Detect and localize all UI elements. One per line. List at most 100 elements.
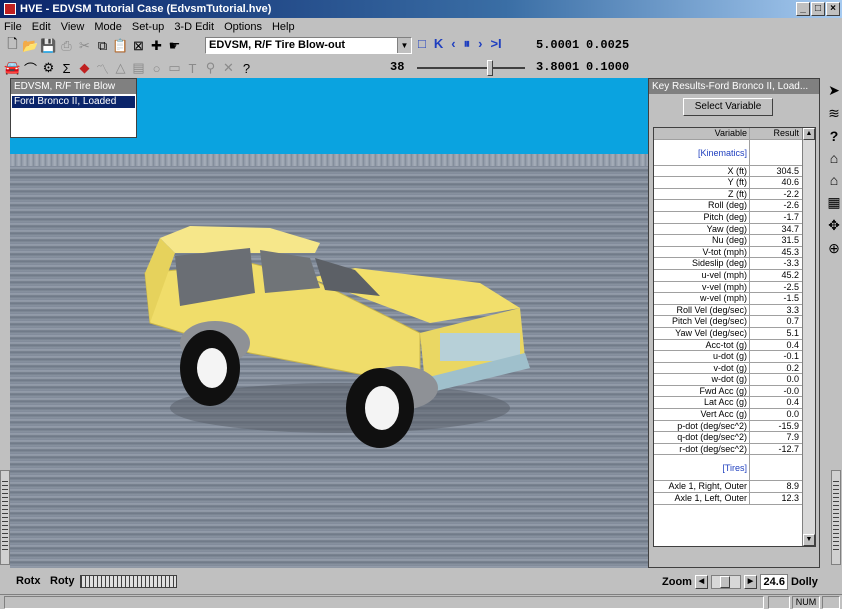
table-row[interactable]: Acc-tot (g) 0.4 xyxy=(654,339,815,352)
select-variable-button[interactable]: Select Variable xyxy=(683,98,773,116)
home-icon[interactable]: ⌂ xyxy=(830,150,838,166)
vehicle-icon[interactable]: 🚘 xyxy=(4,60,21,77)
copy-icon[interactable]: ⧉ xyxy=(94,38,111,55)
table-row[interactable]: Lat Acc (g) 0.4 xyxy=(654,397,815,410)
home-alt-icon[interactable]: ⌂ xyxy=(830,172,838,188)
roty-slider[interactable] xyxy=(80,575,177,588)
save-icon[interactable]: 💾 xyxy=(40,38,57,55)
table-row[interactable]: Vert Acc (g) 0.0 xyxy=(654,409,815,421)
event-select[interactable]: EDVSM, R/F Tire Blow-out ▼ xyxy=(205,37,412,54)
forward-end-icon[interactable]: >I xyxy=(490,36,501,52)
table-row[interactable]: q-dot (deg/sec^2) 7.9 xyxy=(654,432,815,444)
zoom-out-icon[interactable]: ◀ xyxy=(694,575,708,589)
menu-help[interactable]: Help xyxy=(272,21,295,33)
delete-icon[interactable]: ⊠ xyxy=(130,38,147,55)
elevation-slider[interactable] xyxy=(831,470,841,565)
window-title: HVE - EDVSM Tutorial Case (EdvsmTutorial… xyxy=(20,3,272,15)
table-row[interactable]: p-dot (deg/sec^2) -15.9 xyxy=(654,420,815,433)
open-folder-icon[interactable]: 📂 xyxy=(22,38,39,55)
stop-icon[interactable]: □ xyxy=(418,36,426,52)
table-row[interactable]: Sideslip (deg) -3.3 xyxy=(654,258,815,270)
cross-icon[interactable]: ✕ xyxy=(220,60,237,77)
print-icon[interactable]: ⎙ xyxy=(58,38,75,55)
help-icon[interactable]: ? xyxy=(830,128,839,144)
grid-icon[interactable]: ▦ xyxy=(827,194,840,211)
chevron-down-icon[interactable]: ▼ xyxy=(397,38,411,53)
maximize-button[interactable]: □ xyxy=(811,2,825,16)
vehicle-list-item[interactable]: Ford Bronco II, Loaded xyxy=(12,96,135,108)
wind-icon[interactable]: ≋ xyxy=(828,105,840,122)
path-icon[interactable]: ⌒ xyxy=(22,60,39,77)
scroll-up-icon[interactable]: ▲ xyxy=(803,128,815,140)
pause-icon[interactable]: ⏸ xyxy=(464,36,471,52)
help-icon[interactable]: ? xyxy=(238,60,255,77)
table-row[interactable]: w-dot (g) 0.0 xyxy=(654,374,815,386)
menu-view[interactable]: View xyxy=(61,21,85,33)
step-forward-icon[interactable]: › xyxy=(478,36,482,52)
sphere-icon[interactable]: ○ xyxy=(148,60,165,77)
hand-icon[interactable]: ☛ xyxy=(166,38,183,55)
zoom-in-icon[interactable]: ▶ xyxy=(743,575,757,589)
event-icon[interactable]: ◆ xyxy=(76,60,93,77)
scroll-down-icon[interactable]: ▼ xyxy=(803,534,815,546)
camera-icon[interactable]: ⊕ xyxy=(828,240,840,257)
result-cell: -2.6 xyxy=(783,200,799,211)
table-row[interactable]: Axle 1, Right, Outer 8.9 xyxy=(654,481,815,494)
environment-icon[interactable]: ⚙ xyxy=(40,60,57,77)
table-row[interactable]: r-dot (deg/sec^2) -12.7 xyxy=(654,443,815,456)
table-row[interactable]: Pitch Vel (deg/sec) 0.7 xyxy=(654,316,815,328)
table-row[interactable]: Fwd Acc (g) -0.0 xyxy=(654,385,815,398)
move-icon[interactable]: ✥ xyxy=(828,217,840,234)
table-row[interactable]: Roll (deg) -2.6 xyxy=(654,200,815,212)
menu-edit[interactable]: Edit xyxy=(32,21,51,33)
table-row[interactable]: Roll Vel (deg/sec) 3.3 xyxy=(654,304,815,317)
variable-cell: Axle 1, Right, Outer xyxy=(654,481,750,493)
triangle-icon[interactable]: △ xyxy=(112,60,129,77)
menu-3d-edit[interactable]: 3-D Edit xyxy=(174,21,214,33)
table-row[interactable]: V-tot (mph) 45.3 xyxy=(654,246,815,259)
table-row[interactable]: u-dot (g) -0.1 xyxy=(654,351,815,363)
pointer-icon[interactable]: ➤ xyxy=(828,82,840,99)
table-row[interactable]: Axle 1, Left, Outer 12.3 xyxy=(654,493,815,505)
menu-setup[interactable]: Set-up xyxy=(132,21,164,33)
table-row[interactable]: Yaw (deg) 34.7 xyxy=(654,223,815,236)
table-row[interactable]: X (ft) 304.5 xyxy=(654,165,815,178)
table-row[interactable]: Yaw Vel (deg/sec) 5.1 xyxy=(654,327,815,340)
variable-cell: Roll (deg) xyxy=(654,200,750,211)
text-icon[interactable]: T xyxy=(184,60,201,77)
new-file-icon[interactable]: 🗋 xyxy=(4,36,21,55)
cylinder-icon[interactable]: ▤ xyxy=(130,60,147,77)
sum-icon[interactable]: Σ xyxy=(58,60,75,77)
table-row[interactable]: Z (ft) -2.2 xyxy=(654,188,815,201)
result-cell: 5.1 xyxy=(786,327,799,338)
table-row[interactable]: u-vel (mph) 45.2 xyxy=(654,269,815,282)
table-row[interactable]: Y (ft) 40.6 xyxy=(654,177,815,189)
pin-icon[interactable]: ⚲ xyxy=(202,60,219,77)
table-row[interactable]: v-dot (g) 0.2 xyxy=(654,362,815,375)
menu-file[interactable]: File xyxy=(4,21,22,33)
time-slider[interactable] xyxy=(417,60,525,76)
zoom-value[interactable]: 24.6 xyxy=(759,574,788,590)
zoom-slider-thumb[interactable] xyxy=(719,576,730,588)
box-icon[interactable]: ▭ xyxy=(166,60,183,77)
results-scrollbar[interactable]: ▲ ▼ xyxy=(802,128,815,546)
menu-options[interactable]: Options xyxy=(224,21,262,33)
table-row[interactable]: w-vel (mph) -1.5 xyxy=(654,293,815,305)
close-button[interactable]: × xyxy=(826,2,840,16)
minimize-button[interactable]: _ xyxy=(796,2,810,16)
cut-icon[interactable]: ✂ xyxy=(76,38,93,55)
paste-icon[interactable]: 📋 xyxy=(112,38,129,55)
section-tires: [Tires] xyxy=(654,455,815,482)
time-slider-thumb[interactable] xyxy=(487,60,493,76)
zoom-slider[interactable] xyxy=(710,575,741,589)
table-row[interactable]: Pitch (deg) -1.7 xyxy=(654,211,815,224)
curve-icon[interactable]: 〽 xyxy=(94,60,111,77)
rotz-slider[interactable] xyxy=(0,470,10,565)
rewind-start-icon[interactable]: K xyxy=(434,36,443,52)
table-row[interactable]: v-vel (mph) -2.5 xyxy=(654,281,815,294)
menu-mode[interactable]: Mode xyxy=(94,21,122,33)
add-icon[interactable]: ✚ xyxy=(148,38,165,55)
table-row[interactable]: Nu (deg) 31.5 xyxy=(654,235,815,247)
step-back-icon[interactable]: ‹ xyxy=(451,36,455,52)
tools-toolbar: 🚘 ⌒ ⚙ Σ ◆ 〽 △ ▤ ○ ▭ T ⚲ ✕ ? 38 3.8001 0.… xyxy=(0,57,842,79)
